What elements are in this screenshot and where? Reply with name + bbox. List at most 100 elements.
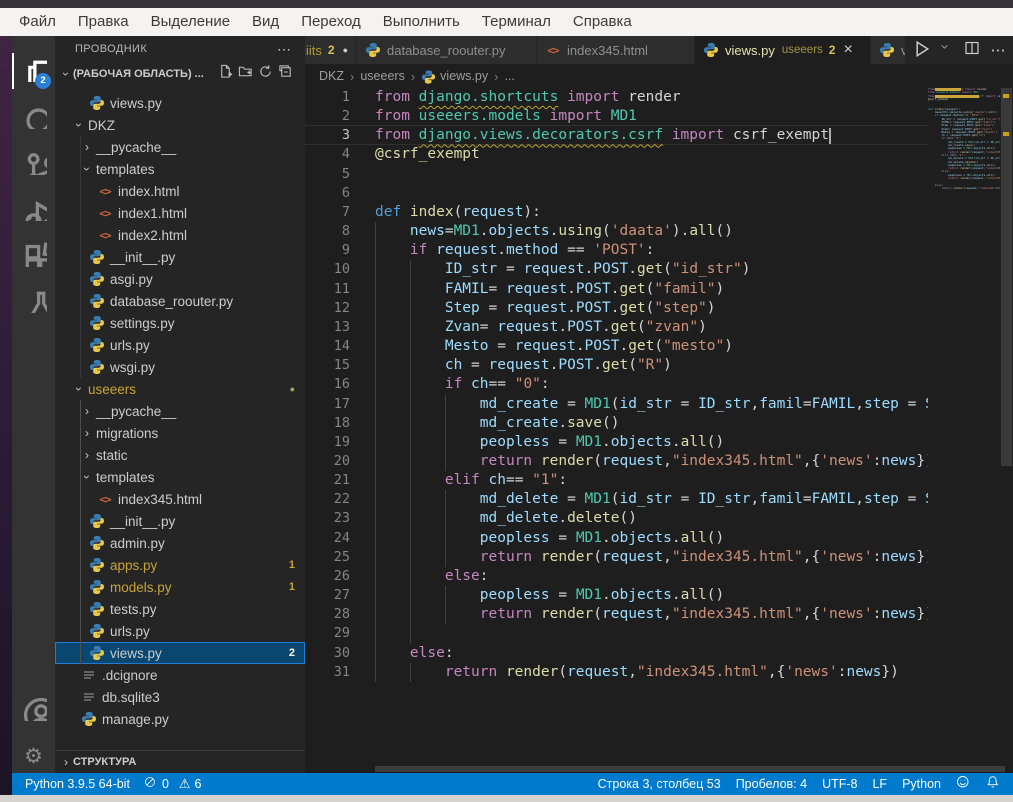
activity-testing[interactable] bbox=[12, 280, 55, 324]
menu-терминал[interactable]: Терминал bbox=[471, 8, 562, 36]
tree-folder-static[interactable]: ›static bbox=[55, 444, 305, 466]
activity-search[interactable] bbox=[12, 96, 55, 140]
menu-справка[interactable]: Справка bbox=[562, 8, 643, 36]
split-editor-icon[interactable] bbox=[961, 39, 983, 61]
text-cursor bbox=[829, 128, 831, 144]
status-encoding[interactable]: UTF-8 bbox=[822, 777, 857, 791]
tree-file-__init__.py[interactable]: __init__.py bbox=[55, 510, 305, 532]
tree-file-db.sqlite3[interactable]: db.sqlite3 bbox=[55, 686, 305, 708]
tree-file-settings.py[interactable]: settings.py bbox=[55, 312, 305, 334]
vertical-scrollbar[interactable] bbox=[1001, 88, 1012, 466]
status-problems[interactable]: 0⚠6 bbox=[144, 776, 202, 793]
code-token: = bbox=[899, 491, 925, 507]
tab-database_roouter.py[interactable]: database_roouter.py bbox=[357, 36, 537, 64]
code-token bbox=[375, 434, 480, 450]
menu-файл[interactable]: Файл bbox=[8, 8, 67, 36]
tree-file-database_roouter.py[interactable]: database_roouter.py bbox=[55, 290, 305, 312]
new-folder-button[interactable] bbox=[235, 65, 255, 83]
tree-file-.dcignore[interactable]: .dcignore bbox=[55, 664, 305, 686]
menu-переход[interactable]: Переход bbox=[290, 8, 372, 36]
menu-вид[interactable]: Вид bbox=[241, 8, 290, 36]
code-token: 'news' bbox=[785, 664, 837, 680]
code-token: news bbox=[846, 664, 881, 680]
tree-folder-DKZ[interactable]: ›DKZ bbox=[55, 114, 305, 136]
run-button-icon[interactable] bbox=[909, 39, 931, 61]
breadcrumb-item[interactable]: DKZ bbox=[319, 69, 344, 83]
activity-source-control[interactable] bbox=[12, 142, 55, 186]
tree-file-urls.py[interactable]: urls.py bbox=[55, 334, 305, 356]
activity-explorer[interactable]: 2 bbox=[12, 49, 55, 93]
tree-file-views.py[interactable]: views.py bbox=[55, 92, 305, 114]
activity-run-debug[interactable] bbox=[12, 188, 55, 232]
tree-folder-__pycache__[interactable]: ›__pycache__ bbox=[55, 136, 305, 158]
new-file-button[interactable] bbox=[215, 65, 235, 83]
code-content[interactable]: from django.shortcuts import renderfrom … bbox=[375, 88, 928, 682]
horizontal-scrollbar[interactable] bbox=[305, 765, 1013, 773]
tree-file-urls.py[interactable]: urls.py bbox=[55, 620, 305, 642]
more-actions-icon[interactable]: ⋯ bbox=[987, 39, 1009, 61]
tree-file-__init__.py[interactable]: __init__.py bbox=[55, 246, 305, 268]
python-file-icon bbox=[89, 557, 105, 573]
tree-file-index345.html[interactable]: <>index345.html bbox=[55, 488, 305, 510]
tab-views.py[interactable]: views.pyuseeers2× bbox=[695, 36, 871, 64]
menu-выполнить[interactable]: Выполнить bbox=[372, 8, 471, 36]
tree-file-apps.py[interactable]: apps.py1 bbox=[55, 554, 305, 576]
line-number-gutter[interactable]: 1234567891011121314151617181920212223242… bbox=[305, 88, 375, 682]
status-feedback[interactable] bbox=[956, 775, 971, 793]
tree-file-admin.py[interactable]: admin.py bbox=[55, 532, 305, 554]
code-token: Step bbox=[445, 300, 480, 316]
overview-ruler[interactable] bbox=[1000, 88, 1013, 773]
tree-folder-migrations[interactable]: ›migrations bbox=[55, 422, 305, 444]
minimap[interactable]: from django.shortcuts import renderfrom … bbox=[928, 88, 1000, 773]
outline-section-header[interactable]: › СТРУКТУРА bbox=[55, 750, 305, 772]
tab-views.py[interactable]: views.py bbox=[871, 36, 907, 64]
horizontal-scrollbar-thumb[interactable] bbox=[375, 766, 1005, 772]
line-number: 23 bbox=[305, 509, 375, 528]
status-python-interpreter[interactable]: Python 3.9.5 64-bit bbox=[25, 777, 130, 791]
activity-account[interactable] bbox=[12, 688, 55, 732]
minimap-line: return render(request,"index345.html",{'… bbox=[928, 187, 1000, 190]
status-cursor-position[interactable]: Строка 3, столбец 53 bbox=[598, 777, 721, 791]
tree-file-index2.html[interactable]: <>index2.html bbox=[55, 224, 305, 246]
refresh-button[interactable] bbox=[255, 65, 275, 83]
breadcrumb-item[interactable]: useeers bbox=[360, 69, 404, 83]
tree-file-index.html[interactable]: <>index.html bbox=[55, 180, 305, 202]
tree-file-models.py[interactable]: models.py1 bbox=[55, 576, 305, 598]
code-token: }) bbox=[916, 549, 928, 565]
code-token: ,{ bbox=[803, 453, 820, 469]
code-line-28: return render(request,"index345.html",{'… bbox=[375, 605, 928, 624]
run-dropdown-icon[interactable] bbox=[935, 39, 957, 61]
code-editor[interactable]: 1234567891011121314151617181920212223242… bbox=[305, 88, 1013, 773]
workspace-section-header[interactable]: › (РАБОЧАЯ ОБЛАСТЬ) ... bbox=[55, 62, 305, 86]
menu-выделение[interactable]: Выделение bbox=[140, 8, 241, 36]
collapse-all-button[interactable] bbox=[275, 65, 295, 83]
activity-settings[interactable]: ⚙ bbox=[12, 734, 55, 778]
breadcrumb-item[interactable]: ... bbox=[504, 69, 514, 83]
close-icon[interactable]: × bbox=[843, 43, 852, 57]
tree-file-tests.py[interactable]: tests.py bbox=[55, 598, 305, 620]
status-language-mode[interactable]: Python bbox=[902, 777, 941, 791]
tree-file-asgi.py[interactable]: asgi.py bbox=[55, 268, 305, 290]
tab-diiits[interactable]: diiits2● bbox=[305, 36, 357, 64]
tree-folder-useeers[interactable]: ›useeers● bbox=[55, 378, 305, 400]
activity-extensions[interactable] bbox=[12, 234, 55, 278]
tree-file-index1.html[interactable]: <>index1.html bbox=[55, 202, 305, 224]
status-indentation[interactable]: Пробелов: 4 bbox=[736, 777, 807, 791]
breadcrumb-separator: › bbox=[494, 69, 498, 84]
tree-folder-templates[interactable]: ›templates bbox=[55, 158, 305, 180]
tree-folder-templates[interactable]: ›templates bbox=[55, 466, 305, 488]
code-token: objects bbox=[611, 530, 672, 546]
sidebar-more-actions-icon[interactable]: ⋯ bbox=[277, 44, 291, 54]
tree-file-wsgi.py[interactable]: wsgi.py bbox=[55, 356, 305, 378]
breadcrumb-item[interactable]: views.py bbox=[421, 69, 488, 84]
new-folder-icon bbox=[238, 64, 253, 84]
indent-guide bbox=[375, 586, 376, 605]
tree-file-manage.py[interactable]: manage.py bbox=[55, 708, 305, 730]
status-notifications[interactable] bbox=[986, 775, 1001, 793]
tree-file-views.py[interactable]: views.py2 bbox=[55, 642, 305, 664]
tab-index345.html[interactable]: <>index345.html bbox=[537, 36, 695, 64]
tree-folder-__pycache__[interactable]: ›__pycache__ bbox=[55, 400, 305, 422]
status-eol[interactable]: LF bbox=[872, 777, 887, 791]
menu-правка[interactable]: Правка bbox=[67, 8, 140, 36]
code-token: }) bbox=[881, 664, 898, 680]
